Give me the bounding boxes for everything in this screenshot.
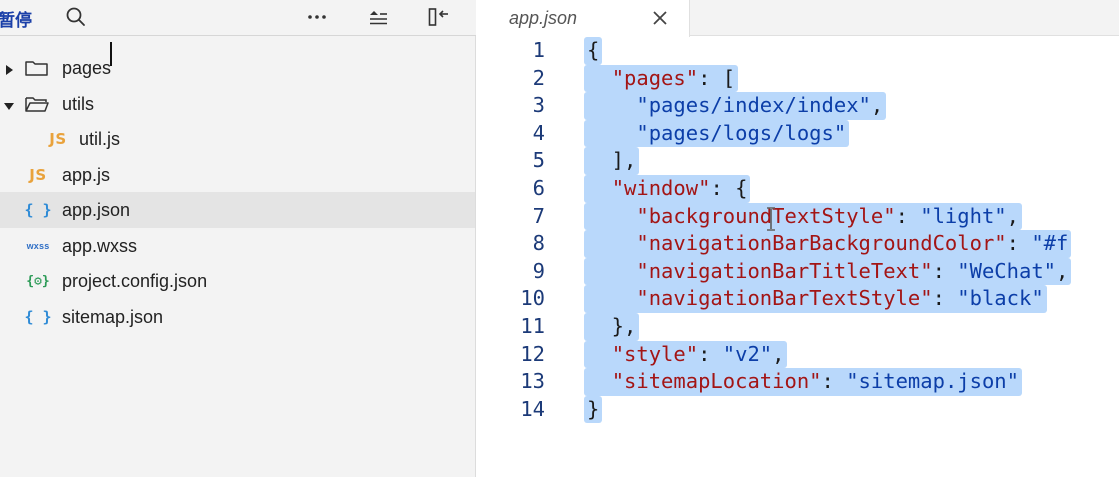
js-file-icon: JS: [49, 130, 67, 148]
code-text: "pages/index/index",: [636, 93, 884, 118]
tab-app-json[interactable]: app.json: [477, 0, 690, 37]
line-number: 10: [520, 286, 545, 311]
split-icon[interactable]: [427, 6, 451, 28]
tree-item[interactable]: pages: [0, 50, 475, 86]
ibeam-cursor-icon: [767, 207, 775, 231]
caret-right-icon[interactable]: [4, 62, 14, 75]
line-number: 4: [532, 120, 545, 145]
tab-label: app.json: [509, 8, 578, 28]
explorer-title: 暂停: [0, 11, 32, 30]
code-line: 7 "backgroundTextStyle": "light",: [477, 202, 1119, 231]
text-caret: [110, 42, 112, 66]
code-line: 8 "navigationBarBackgroundColor": "#f: [477, 230, 1119, 258]
wxss-file-icon: wxss: [26, 240, 50, 251]
tree-item-label: app.json: [62, 200, 131, 220]
editor-tab-bar: app.json: [477, 0, 1119, 37]
code-text: "pages/logs/logs": [636, 120, 847, 145]
file-tree: pages utils JS util.js JS app.js { } app.json wx…: [0, 50, 475, 334]
more-icon[interactable]: [305, 6, 329, 28]
code-text: "navigationBarTextStyle": "black": [636, 286, 1044, 311]
code-text: }: [587, 396, 600, 421]
tree-item[interactable]: JS util.js: [0, 121, 475, 157]
line-number: 1: [532, 38, 545, 62]
code-line: 13 "sitemapLocation": "sitemap.json": [477, 368, 1119, 396]
search-icon[interactable]: [64, 6, 88, 28]
code-line: 3 "pages/index/index",: [477, 92, 1119, 120]
line-number: 14: [520, 396, 545, 421]
code-text: "sitemapLocation": "sitemap.json": [611, 369, 1019, 394]
code-line: 12 "style": "v2",: [477, 340, 1119, 369]
tree-item[interactable]: JS app.js: [0, 157, 475, 193]
code-text: "navigationBarBackgroundColor": "#f: [636, 231, 1069, 256]
line-number: 3: [532, 93, 545, 118]
line-number: 12: [520, 341, 545, 366]
line-number: 7: [532, 203, 545, 228]
file-explorer: 暂停 pages utils JS util.js JS app.js { } app.jso…: [0, 0, 476, 477]
folder-open-icon: [24, 94, 50, 114]
folder-icon: [24, 58, 50, 78]
code-line: 2 "pages": [: [477, 64, 1119, 93]
tree-item-label: utils: [62, 93, 95, 114]
config-file-icon: {⚙}: [26, 273, 50, 289]
tree-item-label: app.wxss: [62, 235, 138, 256]
collapse-icon[interactable]: [366, 6, 390, 28]
tree-item-label: pages: [62, 58, 112, 78]
close-icon[interactable]: [651, 9, 669, 27]
line-number: 5: [532, 148, 545, 173]
code-text: "window": {: [611, 176, 748, 200]
tree-item[interactable]: {⚙} project.config.json: [0, 263, 475, 299]
tree-item-label: util.js: [79, 129, 121, 149]
code-text: "style": "v2",: [611, 341, 785, 366]
code-line: 6 "window": {: [477, 175, 1119, 203]
code-line: 5 ],: [477, 147, 1119, 175]
code-text: {: [587, 38, 600, 62]
code-line: 11 },: [477, 313, 1119, 341]
tree-item[interactable]: wxss app.wxss: [0, 228, 475, 264]
line-number: 8: [532, 231, 545, 256]
explorer-toolbar: 暂停: [0, 0, 476, 36]
code-text: },: [587, 314, 637, 338]
code-text: "navigationBarTitleText": "WeChat",: [636, 258, 1069, 283]
code-text: "pages": [: [611, 65, 736, 90]
json-file-icon: { }: [24, 201, 52, 219]
tree-item-label: app.js: [62, 164, 111, 185]
line-number: 6: [532, 176, 545, 200]
line-number: 13: [520, 369, 545, 394]
code-editor: app.json 1{2 "pages": [3 "pages/index/in…: [477, 0, 1119, 477]
caret-down-icon[interactable]: [4, 98, 14, 110]
js-file-icon: JS: [29, 165, 47, 184]
tree-item[interactable]: { } sitemap.json: [0, 299, 475, 335]
json-file-icon: { }: [24, 307, 52, 326]
tree-item-label: sitemap.json: [62, 306, 164, 327]
code-line: 9 "navigationBarTitleText": "WeChat",: [477, 257, 1119, 286]
line-number: 9: [532, 258, 545, 283]
tree-item[interactable]: utils: [0, 86, 475, 122]
tree-item[interactable]: { } app.json: [0, 192, 475, 228]
code-text: "backgroundTextStyle": "light",: [636, 203, 1019, 228]
line-number: 11: [520, 314, 545, 338]
tree-item-label: project.config.json: [62, 271, 208, 291]
code-line: 4 "pages/logs/logs": [477, 119, 1119, 148]
code-text: ],: [587, 148, 637, 173]
line-number: 2: [532, 65, 545, 90]
code-line: 1{: [477, 37, 1119, 65]
code-line: 14}: [477, 395, 1119, 424]
code-area[interactable]: 1{2 "pages": [3 "pages/index/index", 4 "p…: [477, 37, 1119, 477]
code-line: 10 "navigationBarTextStyle": "black": [477, 285, 1119, 313]
